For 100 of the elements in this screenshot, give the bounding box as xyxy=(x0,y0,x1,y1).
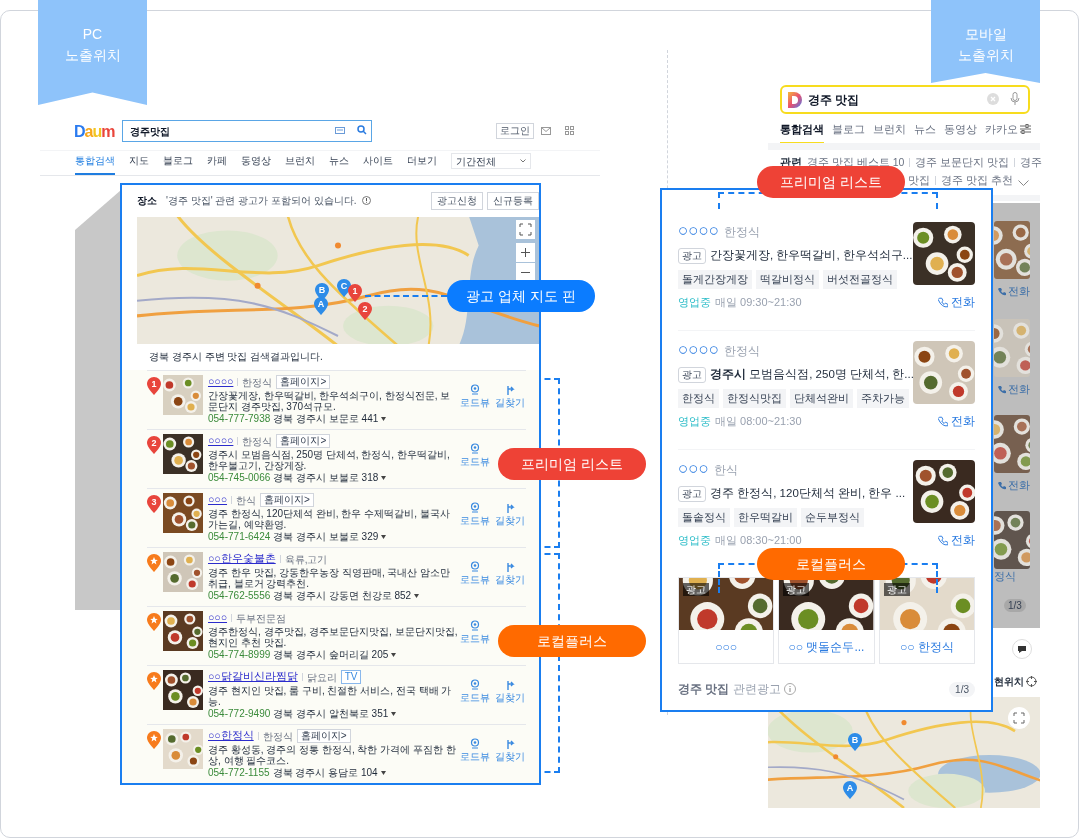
tab[interactable]: 사이트 xyxy=(363,155,393,175)
tab[interactable]: 동영상 xyxy=(944,122,977,144)
tab[interactable]: 카카오 xyxy=(985,122,1018,144)
chevron-down-icon[interactable] xyxy=(1018,180,1029,187)
chevron-down-icon[interactable] xyxy=(520,159,526,163)
tab[interactable]: 블로그 xyxy=(832,122,865,144)
phone-icon[interactable] xyxy=(998,384,1006,394)
phone-icon[interactable] xyxy=(938,415,948,427)
location-target-icon[interactable] xyxy=(1026,676,1037,687)
phone-icon[interactable] xyxy=(998,286,1006,296)
map-pin-icon[interactable] xyxy=(358,301,372,320)
related-link[interactable]: 경주 xyxy=(1020,156,1043,169)
login-button[interactable]: 로그인 xyxy=(496,123,534,139)
roadview-button[interactable]: 로드뷰 xyxy=(459,679,491,724)
roadview-icon[interactable] xyxy=(470,561,480,572)
place-name-link[interactable]: ○○○ xyxy=(208,492,228,508)
filter-icon[interactable] xyxy=(1020,124,1031,134)
directions-icon[interactable] xyxy=(505,738,515,749)
badge[interactable]: 홈페이지> xyxy=(276,434,331,448)
phone-icon[interactable] xyxy=(938,296,948,308)
directions-button[interactable]: 길찾기 xyxy=(494,738,526,783)
grid-icon[interactable] xyxy=(565,126,574,135)
caret-icon[interactable] xyxy=(414,594,420,598)
logo[interactable]: Daum xyxy=(74,122,115,142)
map-pin-icon[interactable] xyxy=(314,296,328,315)
tab[interactable]: 뉴스 xyxy=(914,122,936,144)
call-link[interactable]: 전화 xyxy=(938,293,975,312)
caret-icon[interactable] xyxy=(391,653,397,657)
tab[interactable]: 뉴스 xyxy=(329,155,349,175)
info-icon[interactable] xyxy=(361,196,371,206)
microphone-icon[interactable] xyxy=(1010,92,1020,106)
directions-button[interactable]: 길찾기 xyxy=(494,679,526,724)
badge[interactable]: TV xyxy=(340,670,362,684)
call-link[interactable]: 전화 xyxy=(998,283,1030,300)
roadview-button[interactable]: 로드뷰 xyxy=(459,384,491,429)
search-icon[interactable] xyxy=(357,125,367,135)
related-link[interactable]: 맛집 xyxy=(908,174,930,187)
badge[interactable]: 홈페이지> xyxy=(260,493,314,507)
call-link[interactable]: 전화 xyxy=(938,531,975,550)
place-name-link[interactable]: ○○○○ xyxy=(678,341,720,359)
tab[interactable]: 카페 xyxy=(207,155,227,175)
tab[interactable]: 더보기 xyxy=(407,155,437,175)
caret-icon[interactable] xyxy=(391,712,397,716)
period-dropdown[interactable]: 기간전체 xyxy=(451,153,531,169)
roadview-icon[interactable] xyxy=(470,502,480,513)
badge[interactable]: 홈페이지> xyxy=(296,729,351,743)
related-link[interactable]: 경주 보문단지 맛집 xyxy=(915,156,1010,169)
keyboard-icon[interactable] xyxy=(335,127,345,134)
phone-icon[interactable] xyxy=(998,480,1006,490)
search-field[interactable]: 경주맛집 xyxy=(122,120,372,142)
place-name-link[interactable]: ○○닭갈비신라찜닭 xyxy=(208,669,298,685)
search-field[interactable]: 경주 맛집 xyxy=(780,85,1030,114)
tab[interactable]: 지도 xyxy=(129,155,149,175)
chat-icon[interactable] xyxy=(1012,639,1032,659)
place-name-link[interactable]: ○○한정식 xyxy=(208,728,254,744)
place-name-link[interactable]: ○○○○ xyxy=(678,222,720,240)
map-pin-icon[interactable] xyxy=(848,733,862,751)
mail-icon[interactable] xyxy=(541,127,551,135)
related-link[interactable]: 경주 맛집 추천 xyxy=(941,174,1013,187)
place-name-link[interactable]: ○○○ xyxy=(208,610,228,626)
tab[interactable]: 통합검색 xyxy=(75,155,115,175)
header-button[interactable]: 광고신청 xyxy=(431,191,483,210)
call-link[interactable]: 전화 xyxy=(998,477,1030,494)
place-name-link[interactable]: ○○○○ xyxy=(208,374,234,390)
directions-button[interactable]: 길찾기 xyxy=(494,502,526,547)
directions-icon[interactable] xyxy=(505,384,515,395)
map-pin-icon[interactable] xyxy=(843,781,857,799)
badge[interactable]: 홈페이지> xyxy=(276,375,331,389)
map-pin-icon[interactable] xyxy=(348,283,362,302)
roadview-icon[interactable] xyxy=(470,384,480,395)
roadview-icon[interactable] xyxy=(470,620,480,631)
place-name-link[interactable]: ○○○ xyxy=(678,460,709,478)
tab[interactable]: 동영상 xyxy=(241,155,271,175)
roadview-button[interactable]: 로드뷰 xyxy=(459,502,491,547)
tab[interactable]: 블로그 xyxy=(163,155,193,175)
roadview-icon[interactable] xyxy=(470,443,480,454)
map-pin-icon[interactable] xyxy=(147,377,161,395)
call-link[interactable]: 전화 xyxy=(998,381,1030,398)
caret-icon[interactable] xyxy=(381,417,387,421)
local-ad-card[interactable]: 광고 ○○ 한정식 xyxy=(878,577,975,664)
directions-icon[interactable] xyxy=(505,679,515,690)
place-name-link[interactable]: ○○○○ xyxy=(208,433,234,449)
header-button[interactable]: 신규등록 xyxy=(487,191,539,210)
caret-icon[interactable] xyxy=(380,771,386,775)
fullscreen-icon[interactable] xyxy=(1008,707,1030,729)
phone-icon[interactable] xyxy=(938,534,948,546)
directions-button[interactable]: 길찾기 xyxy=(494,561,526,606)
directions-icon[interactable] xyxy=(505,561,515,572)
roadview-button[interactable]: 로드뷰 xyxy=(459,620,491,665)
tab[interactable]: 브런치 xyxy=(285,155,315,175)
roadview-button[interactable]: 로드뷰 xyxy=(459,561,491,606)
local-ad-card[interactable]: 광고 ○○○ xyxy=(678,577,775,664)
roadview-icon[interactable] xyxy=(470,738,480,749)
directions-button[interactable]: 길찾기 xyxy=(494,384,526,429)
caret-icon[interactable] xyxy=(381,476,387,480)
call-link[interactable]: 전화 xyxy=(938,412,975,431)
caret-icon[interactable] xyxy=(381,535,387,539)
roadview-button[interactable]: 로드뷰 xyxy=(459,738,491,783)
directions-icon[interactable] xyxy=(505,502,515,513)
roadview-icon[interactable] xyxy=(470,679,480,690)
